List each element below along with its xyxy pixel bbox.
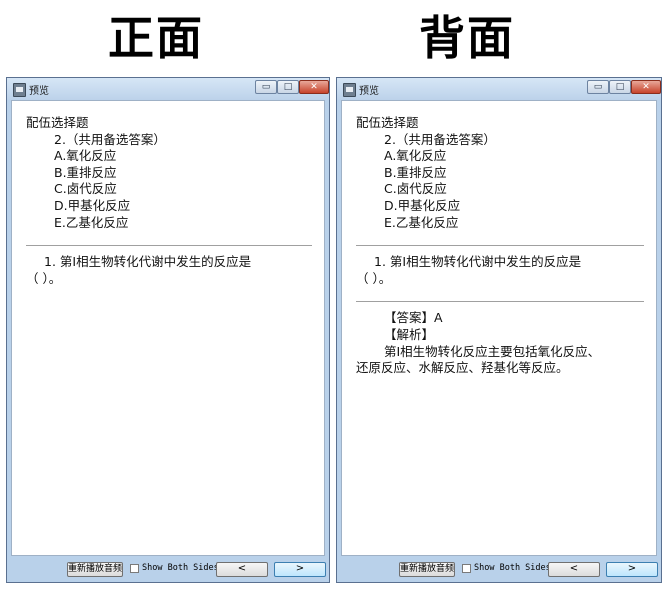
option-b: B.重排反应 — [384, 164, 447, 180]
previous-button[interactable]: < — [216, 562, 268, 577]
app-icon — [13, 83, 26, 97]
front-titlebar[interactable]: 预览 ▭ □ ✕ — [7, 78, 329, 100]
explanation-text-line2: 还原反应、水解反应、羟基化等反应。 — [356, 360, 569, 376]
explanation-text-line1: 第Ⅰ相生物转化反应主要包括氧化反应、 — [384, 343, 601, 359]
show-both-sides-checkbox[interactable] — [130, 564, 139, 573]
option-c: C.卤代反应 — [54, 181, 117, 197]
front-heading: 正面 — [108, 11, 204, 65]
back-heading: 背面 — [419, 11, 515, 65]
group-stem: 2.（共用备选答案） — [54, 131, 166, 147]
front-footer: 重新播放音频 Show Both Sides < > — [7, 556, 329, 582]
option-a: A.氧化反应 — [54, 148, 117, 164]
maximize-button[interactable]: □ — [609, 80, 631, 94]
section-title: 配伍选择题 — [26, 115, 89, 130]
option-d: D.甲基化反应 — [54, 197, 131, 213]
next-button[interactable]: > — [274, 562, 326, 577]
question-text: 1. 第Ⅰ相生物转化代谢中发生的反应是 — [44, 254, 252, 270]
show-both-sides-checkbox[interactable] — [462, 564, 471, 573]
option-e: E.乙基化反应 — [384, 214, 459, 230]
back-titlebar[interactable]: 预览 ▭ □ ✕ — [337, 78, 661, 100]
option-c: C.卤代反应 — [384, 181, 447, 197]
close-button[interactable]: ✕ — [299, 80, 329, 94]
answer-text: 【答案】A — [384, 310, 443, 326]
minimize-button[interactable]: ▭ — [587, 80, 609, 94]
previous-button[interactable]: < — [548, 562, 600, 577]
show-both-sides-label: Show Both Sides — [474, 563, 551, 573]
option-a: A.氧化反应 — [384, 148, 447, 164]
back-card-content: 配伍选择题 2.（共用备选答案） A.氧化反应 B.重排反应 C.卤代反应 D.… — [341, 100, 657, 556]
back-footer: 重新播放音频 Show Both Sides < > — [337, 556, 661, 582]
question-text: 1. 第Ⅰ相生物转化代谢中发生的反应是 — [374, 254, 582, 270]
maximize-button[interactable]: □ — [277, 80, 299, 94]
front-preview-window: 预览 ▭ □ ✕ 配伍选择题 2.（共用备选答案） A.氧化反应 B.重排反应 … — [6, 77, 330, 583]
minimize-button[interactable]: ▭ — [255, 80, 277, 94]
replay-audio-button[interactable]: 重新播放音频 — [67, 562, 123, 577]
group-stem: 2.（共用备选答案） — [384, 131, 496, 147]
replay-audio-button[interactable]: 重新播放音频 — [399, 562, 455, 577]
section-title: 配伍选择题 — [356, 115, 419, 130]
option-b: B.重排反应 — [54, 164, 117, 180]
window-title: 预览 — [29, 86, 49, 97]
question-blank: （ ）。 — [356, 270, 392, 286]
app-icon — [343, 83, 356, 97]
show-both-sides-label: Show Both Sides — [142, 563, 219, 573]
back-preview-window: 预览 ▭ □ ✕ 配伍选择题 2.（共用备选答案） A.氧化反应 B.重排反应 … — [336, 77, 662, 583]
front-card-content: 配伍选择题 2.（共用备选答案） A.氧化反应 B.重排反应 C.卤代反应 D.… — [11, 100, 325, 556]
question-blank: （ ）。 — [26, 270, 62, 286]
window-title: 预览 — [359, 86, 379, 97]
divider — [356, 245, 644, 247]
answer-divider — [356, 301, 644, 303]
explanation-label: 【解析】 — [384, 326, 435, 342]
close-button[interactable]: ✕ — [631, 80, 661, 94]
option-e: E.乙基化反应 — [54, 214, 129, 230]
divider — [26, 245, 312, 247]
option-d: D.甲基化反应 — [384, 197, 461, 213]
next-button[interactable]: > — [606, 562, 658, 577]
